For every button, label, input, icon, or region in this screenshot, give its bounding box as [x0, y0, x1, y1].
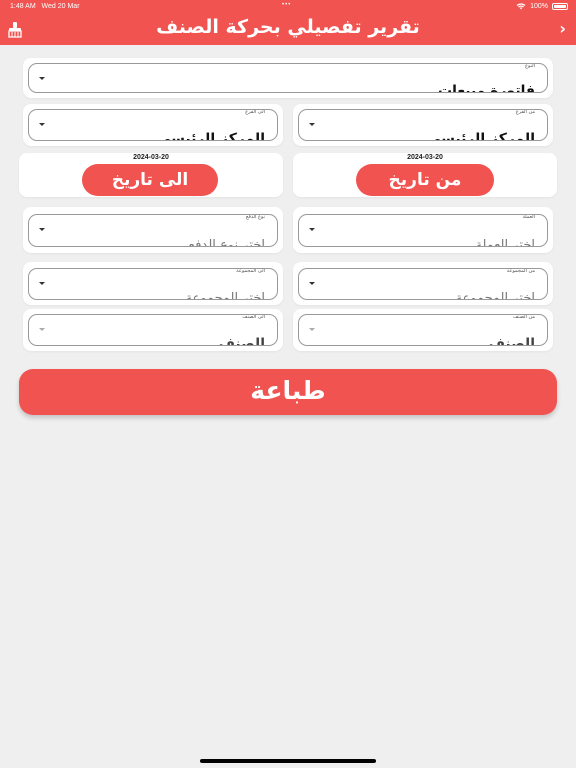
to-item-dropdown[interactable]: الى الصنف الصنف: [28, 314, 278, 346]
type-label: النوع: [523, 63, 537, 69]
dropdown-arrow-icon: [309, 123, 315, 126]
type-card: النوع فاتورة مبيعات: [23, 58, 553, 98]
to-item-label: الى الصنف: [240, 314, 267, 320]
to-group-label: الى المجموعة: [234, 268, 267, 274]
payment-type-value: اختر نوع الدفع: [188, 238, 265, 247]
dropdown-arrow-icon: [39, 123, 45, 126]
from-group-dropdown[interactable]: من المجموعة اختر المجموعة: [298, 268, 548, 300]
status-bar: 1:48 AM Wed 20 Mar ••• 100%: [0, 0, 576, 14]
to-date-value: 2024-03-20: [133, 154, 169, 161]
to-item-card: الى الصنف الصنف: [23, 309, 283, 351]
to-group-value: اختر المجموعة: [185, 291, 265, 300]
to-group-dropdown[interactable]: الى المجموعة اختر المجموعة: [28, 268, 278, 300]
payment-type-card: نوع الدفع اختر نوع الدفع: [23, 207, 283, 253]
from-date-button[interactable]: من تاريخ: [356, 164, 494, 196]
dropdown-arrow-icon: [39, 282, 45, 285]
battery-icon: [552, 3, 568, 10]
from-item-dropdown[interactable]: من الصنف الصنف: [298, 314, 548, 346]
from-group-card: من المجموعة اختر المجموعة: [293, 262, 553, 305]
from-date-card: 2024-03-20 من تاريخ: [293, 153, 557, 197]
multitasking-dots[interactable]: •••: [282, 2, 291, 8]
from-group-value: اختر المجموعة: [455, 291, 535, 300]
to-branch-dropdown[interactable]: الى الفرع المركز الرئيسي: [28, 109, 278, 141]
to-date-button[interactable]: الى تاريخ: [82, 164, 218, 196]
to-date-card: 2024-03-20 الى تاريخ: [19, 153, 283, 197]
from-item-value: الصنف: [488, 336, 535, 346]
dropdown-arrow-icon: [39, 228, 45, 231]
wifi-icon: [516, 2, 526, 12]
type-dropdown[interactable]: النوع فاتورة مبيعات: [28, 63, 548, 93]
currency-dropdown[interactable]: العملة اختر العملة: [298, 214, 548, 247]
from-date-value: 2024-03-20: [407, 154, 443, 161]
chevron-right-icon[interactable]: ›: [559, 19, 566, 38]
type-value: فاتورة مبيعات: [438, 83, 535, 93]
dropdown-arrow-icon: [309, 328, 315, 331]
from-branch-label: من الفرع: [513, 109, 537, 115]
from-branch-card: من الفرع المركز الرئيسي: [293, 104, 553, 146]
currency-value: اختر العملة: [475, 238, 535, 247]
payment-type-dropdown[interactable]: نوع الدفع اختر نوع الدفع: [28, 214, 278, 247]
status-time: 1:48 AM Wed 20 Mar: [10, 3, 80, 10]
to-item-value: الصنف: [218, 336, 265, 346]
dropdown-arrow-icon: [39, 328, 45, 331]
dropdown-arrow-icon: [309, 282, 315, 285]
page-title: تقرير تفصيلي بحركة الصنف: [156, 16, 420, 38]
from-branch-dropdown[interactable]: من الفرع المركز الرئيسي: [298, 109, 548, 141]
app-header: تقرير تفصيلي بحركة الصنف ›: [0, 14, 576, 45]
from-item-label: من الصنف: [510, 314, 537, 320]
currency-label: العملة: [520, 214, 537, 220]
from-branch-value: المركز الرئيسي: [426, 131, 535, 141]
payment-type-label: نوع الدفع: [243, 214, 267, 220]
to-branch-card: الى الفرع المركز الرئيسي: [23, 104, 283, 146]
to-branch-value: المركز الرئيسي: [156, 131, 265, 141]
to-group-card: الى المجموعة اختر المجموعة: [23, 262, 283, 305]
print-button[interactable]: طباعة: [19, 369, 557, 415]
from-item-card: من الصنف الصنف: [293, 309, 553, 351]
from-group-label: من المجموعة: [504, 268, 537, 274]
battery-percentage: 100%: [530, 3, 548, 10]
to-branch-label: الى الفرع: [243, 109, 267, 115]
home-indicator[interactable]: [200, 759, 376, 763]
currency-card: العملة اختر العملة: [293, 207, 553, 253]
dropdown-arrow-icon: [39, 77, 45, 80]
dropdown-arrow-icon: [309, 228, 315, 231]
